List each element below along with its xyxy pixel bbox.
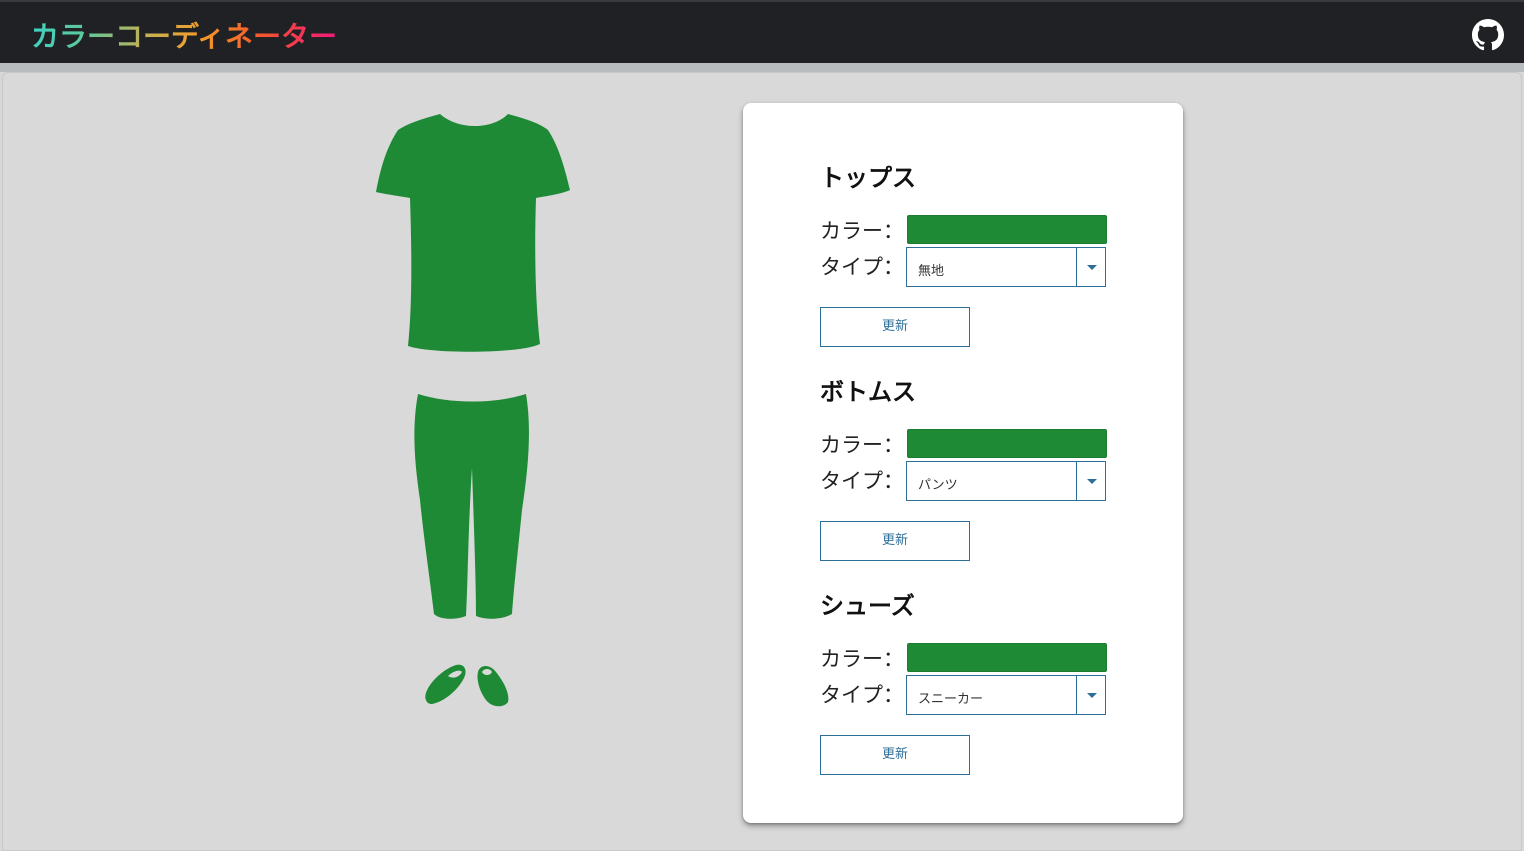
settings-panel: トップス カラー： タイプ： 無地 更新 ボトムス カラー： タイプ： パンツ … xyxy=(743,103,1183,823)
chevron-down-icon xyxy=(1087,693,1097,698)
github-icon[interactable] xyxy=(1472,19,1504,51)
color-label: カラー： xyxy=(820,433,904,457)
chevron-down-icon xyxy=(1087,265,1097,270)
bottoms-color-picker[interactable] xyxy=(907,429,1107,458)
tops-update-button[interactable]: 更新 xyxy=(820,307,970,347)
select-value: スニーカー xyxy=(918,692,984,707)
section-title: トップス xyxy=(820,164,916,192)
shoes-type-select[interactable]: スニーカー xyxy=(906,675,1106,715)
app-title[interactable]: カラーコーディネーター xyxy=(31,15,337,55)
select-value: パンツ xyxy=(918,478,958,493)
left-shoe-shape xyxy=(425,664,466,704)
type-label: タイプ： xyxy=(820,469,904,493)
header-divider xyxy=(0,63,1524,72)
shoes-update-button[interactable]: 更新 xyxy=(820,735,970,775)
pants-figure xyxy=(414,394,529,619)
navbar: カラーコーディネーター xyxy=(0,0,1524,63)
select-divider xyxy=(1076,248,1077,286)
bottoms-update-button[interactable]: 更新 xyxy=(820,521,970,561)
type-label: タイプ： xyxy=(820,255,904,279)
type-label: タイプ： xyxy=(820,683,904,707)
pants-shape xyxy=(414,394,529,619)
tshirt-figure xyxy=(376,114,570,352)
tshirt-shape xyxy=(376,114,570,352)
select-value: 無地 xyxy=(918,264,945,279)
color-label: カラー： xyxy=(820,219,904,243)
tops-color-picker[interactable] xyxy=(907,215,1107,244)
bottoms-type-select[interactable]: パンツ xyxy=(906,461,1106,501)
chevron-down-icon xyxy=(1087,479,1097,484)
shoes-color-picker[interactable] xyxy=(907,643,1107,672)
section-title: シューズ xyxy=(820,592,915,620)
section-title: ボトムス xyxy=(820,378,916,406)
shoes-figure xyxy=(425,664,509,707)
select-divider xyxy=(1076,676,1077,714)
color-label: カラー： xyxy=(820,647,904,671)
tops-type-select[interactable]: 無地 xyxy=(906,247,1106,287)
select-divider xyxy=(1076,462,1077,500)
